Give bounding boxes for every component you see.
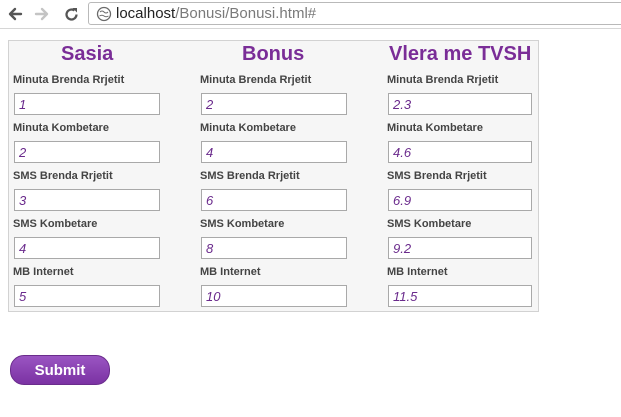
bonus-sms-brenda-input[interactable]: 6 xyxy=(201,189,347,211)
column-heading: Sasia xyxy=(61,43,114,65)
sasia-sms-brenda-input[interactable]: 3 xyxy=(14,189,160,211)
vlera-sms-brenda-input[interactable]: 6.9 xyxy=(388,189,532,211)
vlera-mb-internet-input[interactable]: 11.5 xyxy=(388,285,532,307)
field-label: Minuta Kombetare xyxy=(200,122,296,134)
field-label: Minuta Brenda Rrjetit xyxy=(200,74,312,86)
bonus-form: Sasia Minuta Brenda Rrjetit 1 Minuta Kom… xyxy=(8,40,539,312)
field-label: MB Internet xyxy=(387,266,448,278)
url-host: localhost xyxy=(116,5,176,22)
submit-button[interactable]: Submit xyxy=(10,355,110,385)
back-button[interactable] xyxy=(4,3,26,25)
bonus-minuta-brenda-input[interactable]: 2 xyxy=(201,93,347,115)
forward-button[interactable] xyxy=(31,3,53,25)
sasia-minuta-kombetare-input[interactable]: 2 xyxy=(14,141,160,163)
url-text: localhost/Bonusi/Bonusi.html# xyxy=(116,5,316,23)
back-arrow-icon xyxy=(8,7,23,21)
sasia-sms-kombetare-input[interactable]: 4 xyxy=(14,237,160,259)
reload-icon xyxy=(64,7,78,21)
browser-toolbar: localhost/Bonusi/Bonusi.html# xyxy=(0,0,621,29)
bonus-minuta-kombetare-input[interactable]: 4 xyxy=(201,141,347,163)
field-label: MB Internet xyxy=(13,266,74,278)
forward-arrow-icon xyxy=(34,7,49,21)
page-icon xyxy=(96,6,112,22)
field-label: SMS Kombetare xyxy=(387,218,472,230)
sasia-mb-internet-input[interactable]: 5 xyxy=(14,285,160,307)
field-label: SMS Kombetare xyxy=(200,218,285,230)
field-label: Minuta Brenda Rrjetit xyxy=(387,74,499,86)
field-label: SMS Kombetare xyxy=(13,218,98,230)
reload-button[interactable] xyxy=(60,3,82,25)
bonus-mb-internet-input[interactable]: 10 xyxy=(201,285,347,307)
field-label: Minuta Kombetare xyxy=(387,122,483,134)
field-label: MB Internet xyxy=(200,266,261,278)
vlera-minuta-brenda-input[interactable]: 2.3 xyxy=(388,93,532,115)
vlera-sms-kombetare-input[interactable]: 9.2 xyxy=(388,237,532,259)
field-label: Minuta Kombetare xyxy=(13,122,109,134)
column-heading: Vlera me TVSH xyxy=(389,43,532,65)
address-bar[interactable]: localhost/Bonusi/Bonusi.html# xyxy=(88,2,621,25)
sasia-minuta-brenda-input[interactable]: 1 xyxy=(14,93,160,115)
vlera-minuta-kombetare-input[interactable]: 4.6 xyxy=(388,141,532,163)
bonus-sms-kombetare-input[interactable]: 8 xyxy=(201,237,347,259)
column-heading: Bonus xyxy=(242,43,305,65)
field-label: SMS Brenda Rrjetit xyxy=(387,170,487,182)
url-path: /Bonusi/Bonusi.html# xyxy=(175,5,317,22)
field-label: SMS Brenda Rrjetit xyxy=(13,170,113,182)
field-label: Minuta Brenda Rrjetit xyxy=(13,74,125,86)
field-label: SMS Brenda Rrjetit xyxy=(200,170,300,182)
